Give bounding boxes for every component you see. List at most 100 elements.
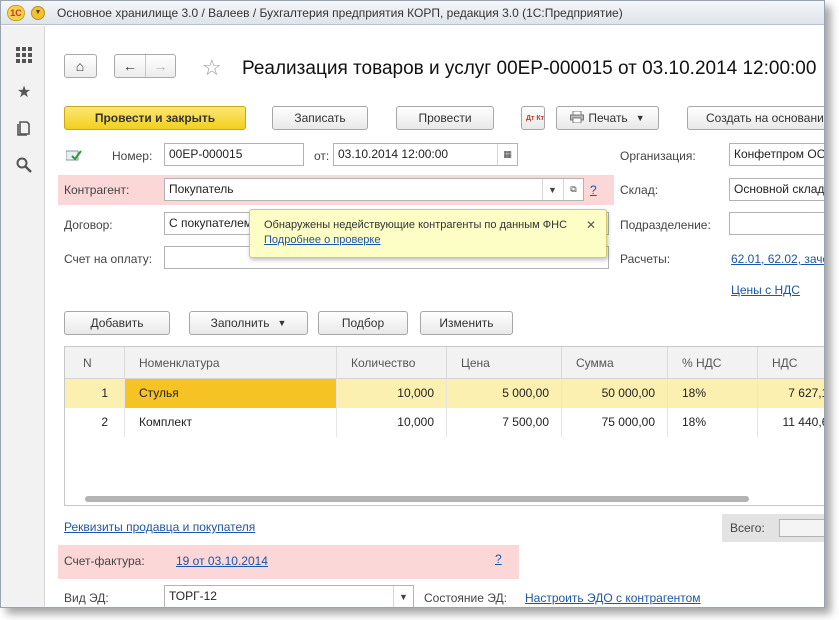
vat-cell[interactable]: 11 440,68 [758, 408, 825, 437]
add-row-button[interactable]: Добавить [64, 311, 170, 335]
chevron-down-icon: ▼ [635, 113, 645, 123]
forward-button[interactable]: → [145, 55, 175, 77]
arrow-left-icon: ← [123, 58, 137, 74]
number-field[interactable]: 00ЕР-000015 [164, 143, 304, 166]
open-icon[interactable]: ⧉ [563, 179, 583, 200]
favorites-star-icon[interactable]: ★ [15, 83, 33, 101]
seller-buyer-requisites-link[interactable]: Реквизиты продавца и покупателя [64, 520, 255, 534]
date-value: 03.10.2014 12:00:00 [338, 147, 449, 161]
row-number-cell: 2 [65, 408, 125, 437]
price-cell[interactable]: 5 000,00 [447, 379, 562, 408]
horizontal-scrollbar[interactable] [85, 496, 749, 502]
app-logo-icon: 1С [7, 4, 25, 21]
table-row[interactable]: 2 Комплект 10,000 7 500,00 75 000,00 18%… [65, 408, 825, 437]
table-row[interactable]: 1 Стулья 10,000 5 000,00 50 000,00 18% 7… [65, 379, 824, 408]
total-panel: Всего: [722, 514, 824, 542]
sections-grid-icon[interactable] [15, 46, 33, 64]
warehouse-label: Склад: [620, 183, 659, 197]
quantity-cell[interactable]: 10,000 [337, 379, 447, 408]
arrow-right-icon: → [153, 58, 168, 74]
fill-button[interactable]: Заполнить ▼ [189, 311, 308, 335]
date-label: от: [314, 149, 330, 163]
column-header[interactable]: Сумма [562, 347, 668, 379]
ed-type-field[interactable]: ТОРГ-12 ▼ [164, 585, 414, 607]
ed-type-label: Вид ЭД: [64, 591, 109, 605]
nomenclature-cell[interactable]: Комплект [125, 408, 337, 437]
vat-rate-cell[interactable]: 18% [668, 408, 758, 437]
contractor-field[interactable]: Покупатель ▼ ⧉ [164, 178, 584, 201]
calendar-icon[interactable]: ▦ [497, 144, 517, 165]
contractor-help-link[interactable]: ? [590, 183, 597, 197]
sections-panel: ★ [1, 26, 45, 607]
dt-kt-icon: Дт Кт [526, 114, 545, 122]
contractor-value: Покупатель [169, 182, 234, 196]
column-header[interactable]: N [65, 347, 125, 379]
column-header[interactable]: НДС [758, 347, 824, 379]
settlements-link[interactable]: 62.01, 62.02, зачет аванса автоматически [731, 252, 824, 266]
number-label: Номер: [112, 149, 153, 163]
dt-kt-button[interactable]: Дт Кт [521, 106, 545, 130]
total-label: Всего: [730, 521, 765, 535]
home-button-group: ⌂ [64, 54, 97, 78]
history-nav-group: ← → [114, 54, 176, 78]
check-details-link[interactable]: Подробнее о проверке [264, 234, 592, 246]
row-number-cell: 1 [65, 379, 125, 408]
amount-cell[interactable]: 50 000,00 [562, 379, 668, 408]
history-icon[interactable] [15, 119, 33, 137]
contractor-label: Контрагент: [64, 183, 130, 197]
contract-label: Договор: [64, 218, 113, 232]
vat-cell[interactable]: 7 627,12 [758, 379, 824, 408]
vat-rate-cell[interactable]: 18% [668, 379, 758, 408]
column-header[interactable]: Количество [337, 347, 447, 379]
division-label: Подразделение: [620, 218, 711, 232]
window-title: Основное хранилище 3.0 / Валеев / Бухгал… [57, 5, 623, 20]
invoice-for-payment-label: Счет на оплату: [64, 252, 153, 266]
column-header[interactable]: % НДС [668, 347, 758, 379]
chevron-down-icon: ▼ [277, 318, 287, 328]
printer-icon [570, 110, 585, 126]
back-button[interactable]: ← [115, 55, 145, 77]
column-header[interactable]: Цена [447, 347, 562, 379]
date-field[interactable]: 03.10.2014 12:00:00 ▦ [333, 143, 518, 166]
prices-with-vat-link[interactable]: Цены с НДС [731, 283, 800, 297]
settlements-label: Расчеты: [620, 252, 671, 266]
title-bar: 1С ▼ Основное хранилище 3.0 / Валеев / Б… [1, 1, 824, 25]
warehouse-field[interactable]: Основной склад [729, 178, 824, 201]
invoice-help-link[interactable]: ? [495, 552, 502, 566]
tooltip-message: Обнаружены недействующие контрагенты по … [264, 219, 568, 231]
total-field [779, 519, 824, 537]
print-button[interactable]: Печать ▼ [556, 106, 659, 130]
post-and-close-button[interactable]: Провести и закрыть [64, 106, 246, 130]
main-menu-button[interactable]: ▼ [31, 5, 45, 20]
amount-cell[interactable]: 75 000,00 [562, 408, 668, 437]
invoice-label: Счет-фактура: [64, 554, 145, 568]
save-button[interactable]: Записать [272, 106, 368, 130]
price-cell[interactable]: 7 500,00 [447, 408, 562, 437]
home-icon: ⌂ [75, 58, 85, 74]
chevron-down-icon[interactable]: ▼ [393, 586, 413, 607]
goods-table[interactable]: N Номенклатура Количество Цена Сумма % Н… [64, 346, 825, 506]
ed-type-value: ТОРГ-12 [169, 589, 217, 603]
chevron-down-icon[interactable]: ▼ [542, 179, 562, 200]
setup-edo-link[interactable]: Настроить ЭДО с контрагентом [525, 591, 701, 605]
quantity-cell[interactable]: 10,000 [337, 408, 447, 437]
favorite-star-icon[interactable]: ☆ [202, 55, 222, 81]
organization-field[interactable]: Конфетпром ООО [729, 143, 824, 166]
division-field[interactable] [729, 212, 824, 235]
search-icon[interactable] [15, 156, 33, 174]
create-based-on-button[interactable]: Создать на основании [687, 106, 824, 130]
nomenclature-cell[interactable]: Стулья [125, 379, 337, 408]
posted-status-icon [65, 149, 82, 164]
column-header[interactable]: Номенклатура [125, 347, 337, 379]
post-button[interactable]: Провести [396, 106, 494, 130]
pick-button[interactable]: Подбор [318, 311, 408, 335]
fns-warning-tooltip: Обнаружены недействующие контрагенты по … [249, 209, 607, 258]
page-title: Реализация товаров и услуг 00ЕР-000015 о… [242, 58, 817, 79]
organization-label: Организация: [620, 149, 696, 163]
invoice-link[interactable]: 19 от 03.10.2014 [176, 554, 268, 568]
ed-state-label: Состояние ЭД: [424, 591, 507, 605]
home-button[interactable]: ⌂ [65, 55, 95, 77]
app-window: 1С ▼ Основное хранилище 3.0 / Валеев / Б… [0, 0, 825, 608]
change-button[interactable]: Изменить [420, 311, 513, 335]
close-icon[interactable]: ✕ [586, 218, 596, 232]
